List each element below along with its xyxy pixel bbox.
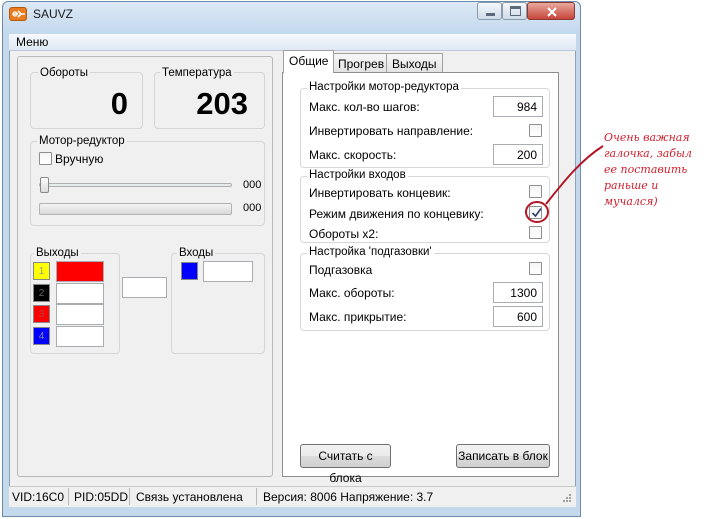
output-3-indicator: 3 xyxy=(33,305,50,323)
status-separator xyxy=(68,488,69,505)
rpm-x2-label: Обороты х2: xyxy=(309,227,379,241)
input-1-indicator xyxy=(181,262,198,280)
rpm-label: Обороты xyxy=(38,67,90,79)
tab-outputs[interactable]: Выходы xyxy=(386,53,443,72)
motor-progress-bar xyxy=(39,203,232,215)
max-steps-input[interactable]: 984 xyxy=(493,96,543,117)
rpm-x2-checkbox[interactable] xyxy=(529,226,542,239)
temperature-value: 203 xyxy=(196,86,248,121)
invert-direction-checkbox[interactable] xyxy=(529,124,542,137)
inputs-label: Входы xyxy=(177,247,216,259)
output-2-indicator: 2 xyxy=(33,284,50,302)
status-connection: Связь установлена xyxy=(136,490,243,504)
minimize-icon xyxy=(486,13,495,16)
annotation-circle xyxy=(525,201,549,223)
max-speed-label: Макс. скорость: xyxy=(309,148,397,162)
motor-slider-thumb[interactable] xyxy=(40,177,49,193)
tab-general[interactable]: Общие xyxy=(283,50,335,73)
max-rpm-label: Макс. обороты: xyxy=(309,286,395,300)
max-rpm-input[interactable]: 1300 xyxy=(493,282,543,303)
input-1-value[interactable] xyxy=(203,261,253,282)
menu-bar xyxy=(9,34,576,51)
gas-checkbox[interactable] xyxy=(529,262,542,275)
inputs-settings-label: Настройки входов xyxy=(307,169,408,181)
window-title: SAUVZ xyxy=(33,7,74,21)
outputs-label: Выходы xyxy=(34,247,81,259)
motor-group-label: Мотор-редуктор xyxy=(37,135,127,147)
invert-endstop-label: Инвертировать концевик: xyxy=(309,186,451,200)
endstop-mode-label: Режим движения по концевику: xyxy=(309,207,484,221)
status-version-voltage: Версия: 8006 Напряжение: 3.7 xyxy=(263,490,434,504)
motor-slider-value: 000 xyxy=(243,179,262,191)
output-4-value[interactable] xyxy=(56,326,104,347)
temperature-label: Температура xyxy=(160,67,234,79)
write-to-device-button[interactable]: Записать в блок xyxy=(456,444,550,468)
output-4-indicator: 4 xyxy=(33,327,50,345)
read-from-device-button[interactable]: Считать с блока xyxy=(300,444,391,485)
output-2-value[interactable] xyxy=(56,283,104,304)
motor-settings-label: Настройки мотор-редуктора xyxy=(307,81,461,93)
motor-progress-value: 000 xyxy=(243,202,262,214)
max-steps-label: Макс. кол-во шагов: xyxy=(309,100,420,114)
close-icon xyxy=(547,7,557,17)
manual-checkbox[interactable] xyxy=(39,152,52,165)
maximize-button[interactable] xyxy=(502,2,527,20)
status-separator xyxy=(256,488,257,505)
close-button[interactable] xyxy=(527,2,575,20)
status-pid: PID:05DD xyxy=(74,490,129,504)
app-icon xyxy=(9,7,27,21)
annotation-note: Очень важная галочка, забыл ее поставить… xyxy=(604,131,692,208)
maximize-icon xyxy=(510,6,521,16)
status-separator xyxy=(129,488,130,505)
invert-direction-label: Инвертировать направление: xyxy=(309,124,474,138)
max-close-input[interactable]: 600 xyxy=(493,306,543,327)
minimize-button[interactable] xyxy=(477,2,502,20)
output-3-value[interactable] xyxy=(56,304,104,325)
output-1-indicator: 1 xyxy=(33,262,50,280)
tab-warmup[interactable]: Прогрев xyxy=(332,53,391,72)
resize-grip-icon[interactable] xyxy=(560,493,572,505)
gas-settings-label: Настройка 'подгазовки' xyxy=(307,246,434,258)
middle-value-box[interactable] xyxy=(122,277,167,298)
output-1-value[interactable] xyxy=(56,261,104,282)
gas-label: Подгазовка xyxy=(309,263,373,277)
annotation-arrow xyxy=(545,145,604,205)
max-close-label: Макс. прикрытие: xyxy=(309,310,407,324)
rpm-value: 0 xyxy=(110,86,128,121)
menu-item-main[interactable]: Меню xyxy=(16,35,48,49)
annotation-overlay xyxy=(525,145,604,223)
status-vid: VID:16C0 xyxy=(12,490,65,504)
manual-label: Вручную xyxy=(55,152,104,166)
motor-slider-track[interactable] xyxy=(39,183,232,187)
